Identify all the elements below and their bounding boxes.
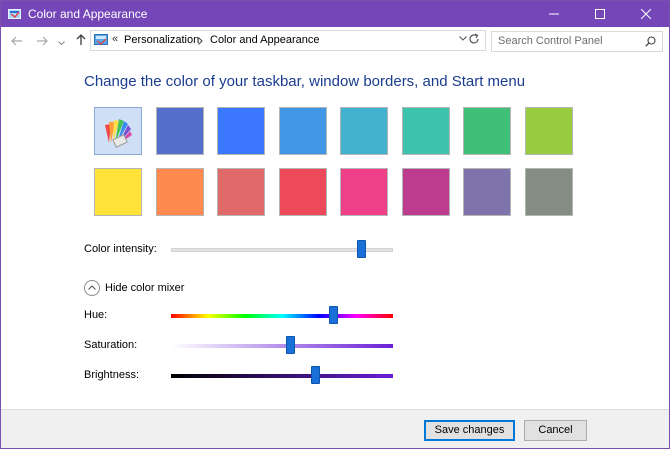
swatch-turquoise[interactable] [402, 107, 450, 155]
hue-slider-track[interactable] [171, 314, 393, 318]
minimize-icon [549, 13, 559, 15]
up-button[interactable] [73, 32, 89, 50]
swatch-lavender[interactable] [463, 168, 511, 216]
address-bar[interactable]: « Personalization Color and Appearance [90, 30, 486, 51]
swatch-red[interactable] [279, 168, 327, 216]
search-icon[interactable] [645, 36, 656, 47]
forward-arrow-icon [37, 36, 48, 46]
swatch-magenta[interactable] [402, 168, 450, 216]
chevron-up-icon [88, 285, 96, 290]
chevron-down-icon [57, 41, 65, 46]
swatch-pink[interactable] [340, 168, 388, 216]
search-box[interactable]: Search Control Panel [491, 31, 663, 52]
swatch-automatic[interactable] [94, 107, 142, 155]
address-dropdown-icon[interactable] [459, 36, 467, 41]
search-placeholder: Search Control Panel [498, 35, 603, 47]
hide-mixer-link[interactable]: Hide color mixer [105, 282, 184, 294]
breadcrumb-separator-icon [198, 37, 203, 45]
brightness-slider-track[interactable] [171, 374, 393, 378]
collapse-mixer-button[interactable] [84, 280, 100, 296]
hue-label: Hue: [84, 309, 108, 321]
save-changes-button[interactable]: Save changes [424, 420, 515, 441]
saturation-slider-track[interactable] [171, 344, 393, 348]
swatch-salmon[interactable] [217, 168, 265, 216]
swatch-sky-blue[interactable] [279, 107, 327, 155]
dialog-footer: Save changes Cancel [1, 409, 669, 448]
title-bar[interactable]: Color and Appearance [1, 1, 669, 27]
back-arrow-icon [11, 36, 22, 46]
swatch-slate-blue[interactable] [156, 107, 204, 155]
cancel-button[interactable]: Cancel [524, 420, 587, 441]
swatch-lime[interactable] [525, 107, 573, 155]
intensity-label: Color intensity: [84, 243, 157, 255]
breadcrumb-personalization[interactable]: Personalization [124, 34, 199, 46]
color-palette-icon [105, 119, 132, 148]
swatch-teal-blue[interactable] [340, 107, 388, 155]
page-heading: Change the color of your taskbar, window… [84, 73, 526, 90]
window-title: Color and Appearance [28, 7, 148, 21]
swatch-yellow[interactable] [94, 168, 142, 216]
intensity-slider-thumb[interactable] [357, 240, 367, 258]
maximize-button[interactable] [577, 1, 623, 27]
hue-slider-thumb[interactable] [328, 306, 338, 324]
swatch-orange[interactable] [156, 168, 204, 216]
control-panel-icon [94, 34, 108, 45]
swatch-gray-green[interactable] [525, 168, 573, 216]
refresh-icon[interactable] [468, 33, 480, 45]
up-arrow-icon [76, 34, 86, 45]
brightness-label: Brightness: [84, 369, 140, 381]
forward-button[interactable] [34, 32, 50, 50]
close-icon [641, 9, 651, 19]
brightness-slider-thumb[interactable] [310, 366, 320, 384]
saturation-slider-thumb[interactable] [286, 336, 296, 354]
swatch-green[interactable] [463, 107, 511, 155]
back-button[interactable] [9, 32, 25, 50]
minimize-button[interactable] [531, 1, 577, 27]
saturation-label: Saturation: [84, 339, 138, 351]
maximize-icon [595, 9, 605, 19]
close-button[interactable] [623, 1, 669, 27]
control-panel-app-icon [8, 9, 21, 19]
overflow-chevron[interactable]: « [112, 33, 118, 45]
breadcrumb-color-appearance[interactable]: Color and Appearance [210, 34, 319, 46]
recent-locations-button[interactable] [56, 32, 66, 50]
swatch-blue[interactable] [217, 107, 265, 155]
color-appearance-window: Color and Appearance « Personalization C… [0, 0, 670, 449]
